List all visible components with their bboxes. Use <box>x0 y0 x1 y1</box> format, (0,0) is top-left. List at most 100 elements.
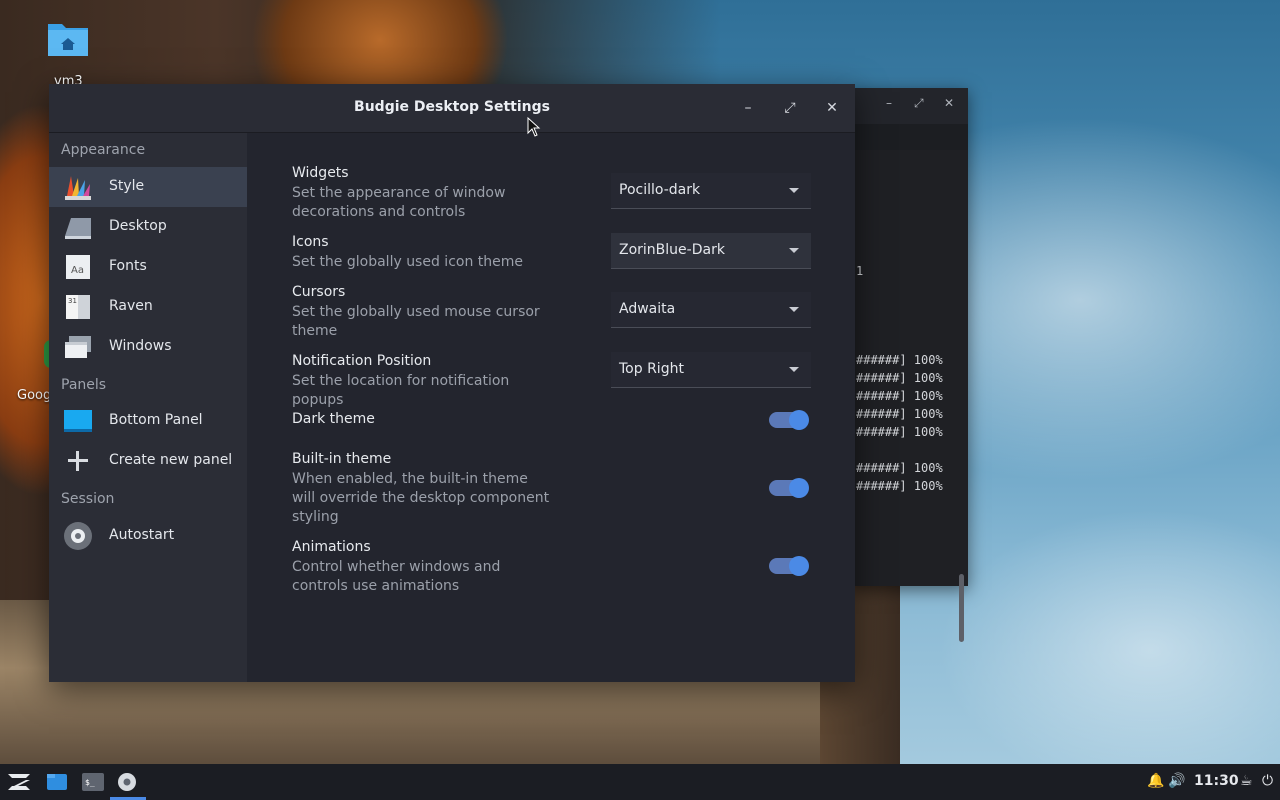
widgets-description: Set the appearance of window decorations… <box>292 185 506 220</box>
svg-text:Aa: Aa <box>71 265 84 276</box>
builtin-theme-title: Built-in theme <box>292 451 392 467</box>
terminal-icon: $_ <box>82 773 104 791</box>
cursors-dropdown[interactable]: Adwaita <box>611 292 811 328</box>
terminal-window[interactable]: – ⤢ ✕ 1 ######] 100% ######] 100% ######… <box>850 88 968 642</box>
plus-icon <box>68 451 88 471</box>
svg-text:31: 31 <box>68 297 77 305</box>
sidebar-item-create-panel[interactable]: Create new panel <box>49 441 247 481</box>
toggle-knob <box>789 478 809 498</box>
widgets-dropdown[interactable]: Pocillo-dark <box>611 173 811 209</box>
sidebar-section-session: Session <box>61 491 115 507</box>
raven-icon: 31 <box>66 295 90 319</box>
maximize-button[interactable]: ⤢ <box>779 97 801 119</box>
terminal-scrollbar[interactable] <box>959 574 964 642</box>
gear-icon <box>64 522 92 550</box>
close-icon: ✕ <box>826 100 838 116</box>
clock[interactable]: 11:30 <box>1194 773 1239 789</box>
toggle-knob <box>789 556 809 576</box>
icons-description: Set the globally used icon theme <box>292 254 524 270</box>
terminal-line: 1 <box>856 264 864 278</box>
animations-description: Control whether windows and controls use… <box>292 559 501 594</box>
sidebar-section-panels: Panels <box>61 377 107 393</box>
volume-icon[interactable]: 🔊 <box>1168 773 1185 789</box>
notification-position-title: Notification Position <box>292 353 432 369</box>
dark-theme-toggle[interactable] <box>769 410 809 430</box>
sidebar-item-windows[interactable]: Windows <box>49 327 247 367</box>
terminal-line: ######] 100% <box>856 407 943 421</box>
terminal-line: ######] 100% <box>856 425 943 439</box>
sidebar-item-autostart[interactable]: Autostart <box>49 516 247 556</box>
notification-position-value: Top Right <box>619 361 684 377</box>
cursors-value: Adwaita <box>619 301 676 317</box>
dark-theme-title: Dark theme <box>292 411 375 427</box>
terminal-line: ######] 100% <box>856 353 943 367</box>
terminal-line: ######] 100% <box>856 371 943 385</box>
sidebar-item-fonts[interactable]: Aa Fonts <box>49 247 247 287</box>
sidebar-section-appearance: Appearance <box>61 142 146 158</box>
icons-value: ZorinBlue-Dark <box>619 242 725 258</box>
icons-dropdown[interactable]: ZorinBlue-Dark <box>611 233 811 269</box>
taskbar: $_ 🔔 🔊 11:30 ☕ ⏻ <box>0 764 1280 800</box>
maximize-icon[interactable]: ⤢ <box>914 96 924 111</box>
maximize-icon: ⤢ <box>784 100 796 116</box>
menu-button[interactable] <box>4 768 34 796</box>
sidebar: Appearance Style Desktop Aa Fonts 31 Rav… <box>49 133 247 682</box>
settings-content: Widgets Set the appearance of window dec… <box>247 133 855 682</box>
icons-title: Icons <box>292 234 329 250</box>
files-icon <box>47 774 67 790</box>
sidebar-item-desktop[interactable]: Desktop <box>49 207 247 247</box>
builtin-theme-toggle[interactable] <box>769 478 809 498</box>
widgets-title: Widgets <box>292 165 349 181</box>
minimize-button[interactable]: – <box>737 97 759 119</box>
minimize-icon: – <box>744 100 752 116</box>
terminal-titlebar[interactable]: – ⤢ ✕ <box>850 88 968 124</box>
window-title: Budgie Desktop Settings <box>354 99 550 115</box>
notification-position-dropdown[interactable]: Top Right <box>611 352 811 388</box>
settings-window: Budgie Desktop Settings – ⤢ ✕ Appearance… <box>49 84 855 682</box>
minimize-icon[interactable]: – <box>886 96 892 110</box>
sidebar-item-label: Bottom Panel <box>109 412 203 428</box>
terminal-output[interactable]: 1 ######] 100% ######] 100% ######] 100%… <box>850 150 968 642</box>
caffeine-icon[interactable]: ☕ <box>1240 773 1253 789</box>
logout-icon[interactable]: ⏻ <box>1262 773 1273 789</box>
sidebar-item-label: Style <box>109 178 145 194</box>
style-icon <box>65 176 91 200</box>
taskbar-files-button[interactable] <box>42 768 72 796</box>
taskbar-settings-button[interactable] <box>112 768 142 796</box>
desktop-icon <box>65 218 91 239</box>
svg-text:$_: $_ <box>85 778 95 787</box>
desktop-icon-home-folder[interactable]: vm3 <box>46 18 90 89</box>
close-button[interactable]: ✕ <box>821 97 843 119</box>
cursors-description: Set the globally used mouse cursor theme <box>292 304 540 339</box>
terminal-line: ######] 100% <box>856 461 943 475</box>
close-icon[interactable]: ✕ <box>944 96 954 110</box>
chevron-down-icon <box>789 248 799 253</box>
window-titlebar[interactable]: Budgie Desktop Settings – ⤢ ✕ <box>49 84 855 133</box>
animations-toggle[interactable] <box>769 556 809 576</box>
mouse-cursor-icon <box>527 117 541 137</box>
notification-position-description: Set the location for notification popups <box>292 373 510 408</box>
settings-icon <box>118 773 136 791</box>
sidebar-item-raven[interactable]: 31 Raven <box>49 287 247 327</box>
terminal-line: ######] 100% <box>856 479 943 493</box>
chevron-down-icon <box>789 307 799 312</box>
chevron-down-icon <box>789 188 799 193</box>
sidebar-item-label: Windows <box>109 338 172 354</box>
sidebar-item-style[interactable]: Style <box>49 167 247 207</box>
notification-bell-icon[interactable]: 🔔 <box>1147 773 1164 789</box>
zorin-logo-icon <box>8 774 30 790</box>
sidebar-item-label: Autostart <box>109 527 175 543</box>
panel-icon <box>64 410 92 432</box>
sidebar-item-label: Desktop <box>109 218 167 234</box>
fonts-icon: Aa <box>66 255 90 279</box>
widgets-value: Pocillo-dark <box>619 182 701 198</box>
animations-title: Animations <box>292 539 371 555</box>
toggle-knob <box>789 410 809 430</box>
sidebar-item-label: Create new panel <box>109 452 233 468</box>
taskbar-terminal-button[interactable]: $_ <box>78 768 108 796</box>
sidebar-item-bottom-panel[interactable]: Bottom Panel <box>49 401 247 441</box>
builtin-theme-description: When enabled, the built-in theme will ov… <box>292 471 550 525</box>
sidebar-item-label: Fonts <box>109 258 147 274</box>
desktop-icon-label-google: Goog <box>17 388 52 403</box>
home-folder-icon <box>48 24 88 56</box>
